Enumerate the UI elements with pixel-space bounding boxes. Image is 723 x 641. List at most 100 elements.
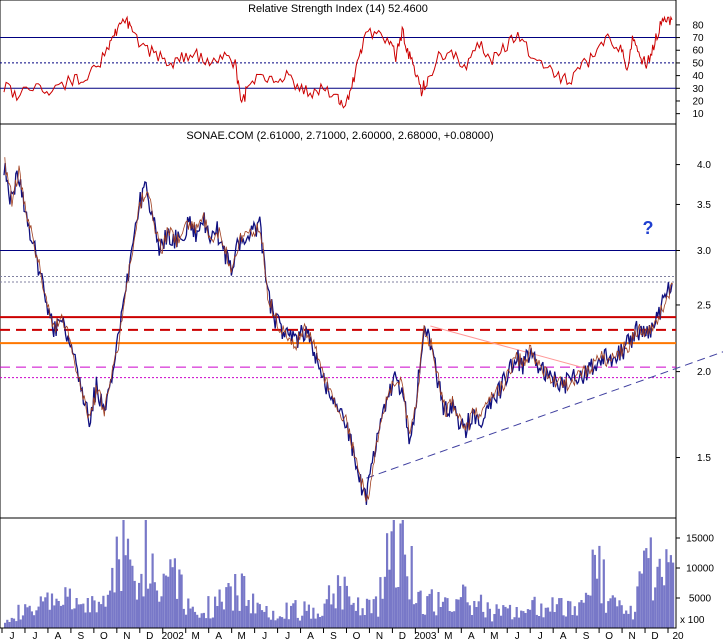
price-title: SONAE.COM (2.61000, 2.71000, 2.60000, 2.… bbox=[186, 130, 493, 142]
volume-bar bbox=[182, 608, 185, 628]
volume-bar bbox=[35, 610, 38, 628]
volume-bar bbox=[193, 611, 197, 628]
volume-bar bbox=[459, 597, 462, 628]
volume-bar bbox=[316, 613, 319, 628]
volume-bar bbox=[397, 587, 400, 628]
volume-bar bbox=[225, 587, 228, 628]
volume-bar bbox=[24, 604, 27, 628]
volume-bar bbox=[84, 612, 87, 628]
volume-bar bbox=[111, 567, 114, 628]
volume-bar bbox=[196, 614, 199, 628]
volume-bar bbox=[189, 608, 192, 628]
volume-bar bbox=[343, 576, 346, 628]
volume-bar bbox=[618, 600, 621, 628]
price-tick-label: 2.0 bbox=[697, 367, 711, 378]
volume-bar bbox=[408, 599, 411, 628]
volume-bar bbox=[553, 612, 556, 628]
volume-bar bbox=[495, 604, 498, 628]
volume-bar bbox=[390, 531, 393, 628]
volume-bar bbox=[403, 554, 407, 628]
volume-bar bbox=[296, 617, 299, 628]
volume-bar bbox=[634, 611, 637, 628]
price-tick-label: 4.0 bbox=[697, 160, 711, 171]
volume-bar bbox=[660, 576, 663, 628]
volume-bar bbox=[50, 593, 54, 628]
volume-bar bbox=[473, 601, 476, 628]
volume-bar bbox=[298, 620, 302, 628]
volume-bar bbox=[354, 610, 357, 628]
volume-bar bbox=[312, 607, 315, 628]
volume-bar bbox=[529, 609, 532, 628]
x-tick-label: J bbox=[538, 631, 543, 641]
volume-bar bbox=[669, 555, 672, 628]
price-panel: SONAE.COM (2.61000, 2.71000, 2.60000, 2.… bbox=[0, 123, 723, 519]
volume-bar bbox=[482, 611, 485, 628]
volume-bar bbox=[15, 621, 18, 628]
volume-bar bbox=[479, 594, 483, 628]
volume-bar bbox=[151, 553, 154, 628]
volume-bar bbox=[654, 587, 657, 628]
volume-bar bbox=[62, 604, 65, 628]
volume-bar bbox=[10, 617, 13, 628]
x-tick-label: S bbox=[583, 631, 590, 641]
volume-bar bbox=[231, 610, 235, 628]
volume-bar bbox=[272, 610, 275, 628]
x-tick-label: A bbox=[468, 631, 475, 641]
volume-bar bbox=[202, 612, 205, 628]
volume-bar bbox=[345, 585, 348, 628]
volume-bar bbox=[122, 520, 125, 628]
volume-bar bbox=[589, 595, 592, 628]
volume-bar bbox=[263, 611, 266, 628]
volume-bar bbox=[430, 589, 433, 628]
volume-bar bbox=[158, 601, 161, 628]
volume-bar bbox=[441, 601, 445, 628]
volume-bar bbox=[446, 598, 449, 628]
volume-bar bbox=[643, 550, 646, 628]
volume-bar bbox=[649, 537, 652, 628]
volume-bar bbox=[120, 591, 123, 628]
volume-bar bbox=[147, 588, 150, 628]
volume-bar bbox=[162, 573, 165, 628]
volume-bar bbox=[8, 622, 11, 628]
volume-bar bbox=[386, 533, 389, 628]
volume-bar bbox=[39, 596, 42, 628]
volume-bar bbox=[222, 609, 226, 628]
rsi-tick-label: 50 bbox=[692, 58, 704, 69]
volume-bar bbox=[500, 615, 503, 628]
volume-bar bbox=[26, 607, 29, 628]
volume-bar bbox=[64, 587, 67, 628]
x-tick-label: J bbox=[262, 631, 267, 641]
volume-bar bbox=[247, 600, 250, 628]
volume-bar bbox=[511, 619, 514, 628]
volume-bar bbox=[363, 615, 366, 628]
volume-bar bbox=[21, 615, 25, 628]
volume-bar bbox=[593, 554, 596, 628]
volume-bar bbox=[220, 601, 223, 628]
volume-bar bbox=[180, 574, 183, 628]
volume-bar bbox=[109, 590, 112, 628]
volume-bar bbox=[383, 576, 386, 628]
volume-bar bbox=[325, 599, 328, 628]
volume-bar bbox=[260, 610, 264, 628]
x-tick-label: 2002 bbox=[162, 631, 185, 641]
volume-bar bbox=[560, 598, 563, 628]
volume-bar bbox=[252, 593, 255, 628]
volume-bar bbox=[256, 602, 259, 628]
volume-bar bbox=[319, 617, 322, 628]
volume-bar bbox=[59, 605, 63, 628]
volume-bar bbox=[207, 596, 210, 628]
x-tick-label: M bbox=[444, 631, 452, 641]
x-tick-label: S bbox=[78, 631, 85, 641]
volume-bar bbox=[470, 615, 474, 628]
volume-bar bbox=[140, 573, 143, 628]
volume-bar bbox=[453, 611, 456, 628]
volume-bar bbox=[274, 620, 277, 628]
volume-bar bbox=[462, 584, 465, 628]
volume-bar bbox=[374, 596, 378, 628]
x-tick-label: A bbox=[55, 631, 62, 641]
volume-bar bbox=[176, 598, 179, 628]
volume-bar bbox=[399, 523, 402, 628]
volume-bar bbox=[567, 600, 570, 628]
price-tick-label: 3.5 bbox=[697, 200, 711, 211]
volume-bar bbox=[305, 610, 308, 628]
